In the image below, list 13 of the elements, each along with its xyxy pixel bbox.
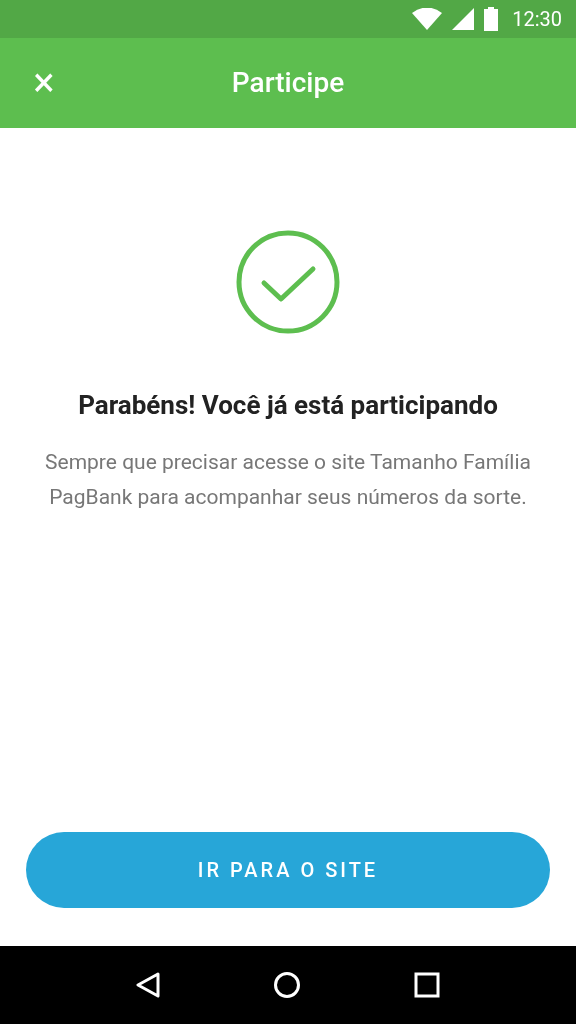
success-heading: Parabéns! Você já está participando xyxy=(78,389,498,422)
home-icon[interactable] xyxy=(273,971,301,999)
success-message: Sempre que precisar acesse o site Tamanho Família PagBank para acompanhar seus números da sorte. xyxy=(44,449,532,511)
check-circle-icon xyxy=(236,230,340,334)
status-time: 12:30 xyxy=(512,6,562,33)
signal-icon xyxy=(452,8,475,30)
close-button[interactable]: × xyxy=(22,61,66,105)
back-icon[interactable] xyxy=(136,972,161,998)
go-to-site-button[interactable]: IR PARA O SITE xyxy=(26,832,550,908)
recents-icon[interactable] xyxy=(413,972,440,998)
toolbar-title: Participe xyxy=(231,65,345,101)
battery-icon xyxy=(484,7,499,31)
wifi-icon xyxy=(412,8,443,30)
